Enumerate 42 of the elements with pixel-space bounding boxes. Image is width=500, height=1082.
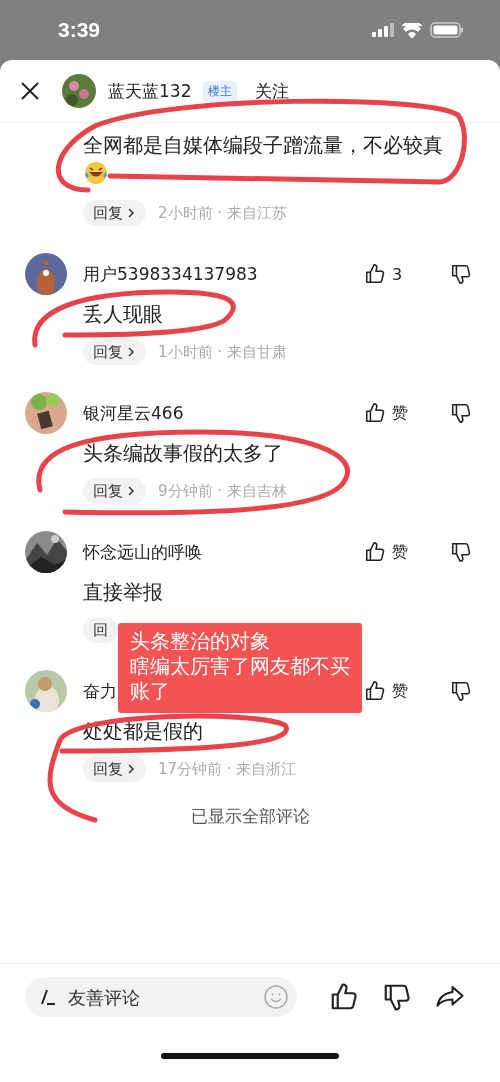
comment-text: 头条编故事假的太多了	[83, 440, 284, 467]
comment-meta: 9分钟前 · 来自吉林	[158, 481, 287, 501]
like-count: 赞	[392, 402, 409, 424]
comment-meta: 1小时前 · 来自甘肃	[158, 342, 287, 362]
like-count: 3	[392, 264, 404, 284]
reply-button[interactable]: 回	[83, 617, 118, 643]
dislike-icon[interactable]	[450, 402, 472, 424]
battery-icon	[430, 22, 464, 38]
user-name[interactable]: 怀念远山的呼唤	[83, 540, 202, 564]
like-icon[interactable]	[364, 402, 386, 424]
comment-text: 丢人现眼	[83, 301, 164, 328]
reply-button[interactable]: 回复	[83, 200, 146, 226]
signal-icon	[372, 23, 394, 37]
like-count: 赞	[392, 680, 409, 702]
comment-meta: 2小时前 · 来自江苏	[158, 203, 287, 223]
comment-input[interactable]: 友善评论	[66, 985, 253, 1009]
like-icon[interactable]	[364, 541, 386, 563]
user-name[interactable]: 银河星云466	[83, 401, 184, 425]
comment-field[interactable]: 友善评论	[25, 977, 297, 1017]
dislike-icon[interactable]	[450, 541, 472, 563]
reply-button[interactable]: 回复	[83, 339, 146, 365]
comment-meta: 17分钟前 · 来自浙江	[158, 759, 297, 779]
comment-text: 直接举报	[83, 579, 164, 606]
reply-button[interactable]: 回复	[83, 756, 146, 782]
dislike-icon[interactable]	[450, 263, 472, 285]
author-name[interactable]: 蓝天蓝132	[108, 79, 192, 103]
end-note: 已显示全部评论	[190, 805, 310, 828]
follow-link[interactable]: 关注	[255, 79, 290, 103]
dislike-icon[interactable]	[450, 680, 472, 702]
comment-text: 全网都是自媒体编段子蹭流量，不必较真	[83, 132, 444, 159]
close-icon[interactable]	[20, 81, 40, 101]
reply-button[interactable]: 回复	[83, 478, 146, 504]
author-badge: 楼主	[203, 80, 238, 102]
like-icon[interactable]	[364, 680, 386, 702]
pencil-icon	[40, 988, 56, 1006]
like-count: 赞	[392, 541, 409, 563]
user-name[interactable]: 奋力	[83, 679, 117, 703]
like-icon[interactable]	[364, 263, 386, 285]
wifi-icon	[402, 22, 422, 38]
user-name[interactable]: 用户5398334137983	[83, 262, 258, 286]
status-time: 3:39	[58, 18, 101, 42]
annotation-note: 头条整治的对象 瞎编太厉害了网友都不买账了	[118, 623, 362, 713]
